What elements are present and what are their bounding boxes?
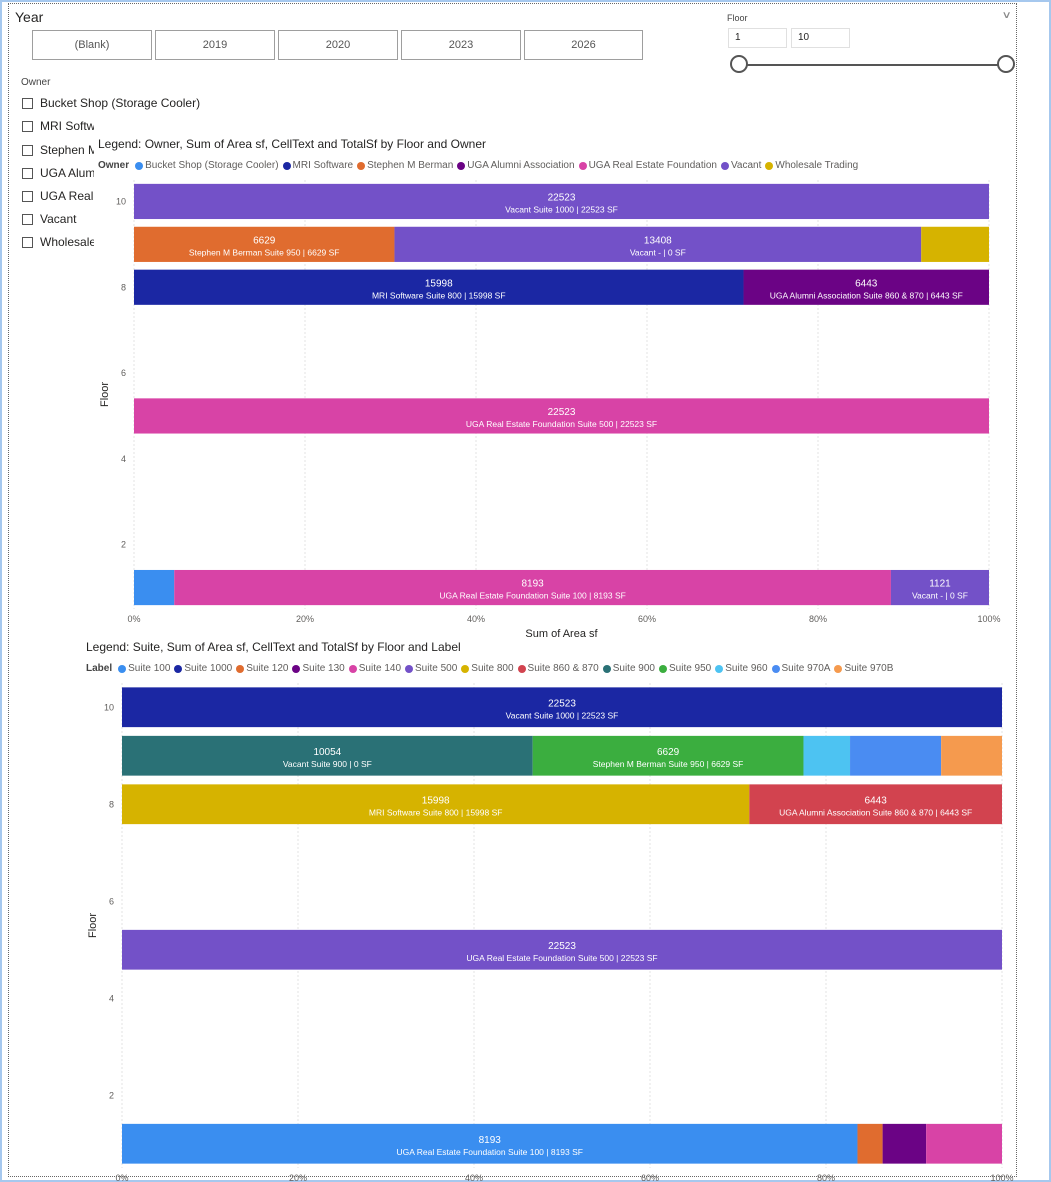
chart2-x-tick-label: 20%: [289, 1173, 307, 1182]
chart2-y-tick-label: 4: [109, 993, 114, 1003]
chart1-x-tick-label: 100%: [977, 614, 1000, 624]
chart1-data-label: 1121: [929, 579, 951, 590]
chart2-y-axis-title: Floor: [87, 913, 99, 938]
chart2-data-label: 6629: [657, 747, 680, 758]
chart1-data-label: 13408: [644, 235, 672, 246]
chart2-x-tick-label: 100%: [990, 1173, 1013, 1182]
chart2-bar-segment: [926, 1123, 1002, 1164]
chart2-x-tick-label: 0%: [115, 1173, 128, 1182]
chart1-data-sublabel: UGA Alumni Association Suite 860 & 870 |…: [770, 290, 963, 300]
chart1-y-tick-label: 8: [121, 282, 126, 292]
chart2-data-sublabel: MRI Software Suite 800 | 15998 SF: [369, 807, 503, 817]
chart1-data-sublabel: Vacant - | 0 SF: [630, 247, 686, 257]
chart1-y-tick-label: 2: [121, 540, 126, 550]
chart1-y-tick-label: 6: [121, 368, 126, 378]
chart2-data-sublabel: UGA Alumni Association Suite 860 & 870 |…: [779, 807, 972, 817]
chart2-y-tick-label: 10: [104, 702, 114, 712]
chart2-data-sublabel: UGA Real Estate Foundation Suite 500 | 2…: [466, 953, 657, 963]
chart1-data-sublabel: Stephen M Berman Suite 950 | 6629 SF: [189, 247, 340, 257]
chart2-x-tick-label: 80%: [817, 1173, 835, 1182]
chart1-data-label: 22523: [548, 407, 576, 418]
chart1-x-tick-label: 0%: [127, 614, 140, 624]
chart1-x-tick-label: 20%: [296, 614, 314, 624]
chart2-data-sublabel: Vacant Suite 1000 | 22523 SF: [506, 710, 619, 720]
chart1-data-label: 22523: [548, 192, 576, 203]
chart1-plot[interactable]: 0% 20% 40% 60% 80% 100%246810FloorSum of Area…: [0, 0, 1051, 1182]
chart2-data-sublabel: UGA Real Estate Foundation Suite 100 | 8…: [396, 1147, 583, 1157]
chart2-data-sublabel: Stephen M Berman Suite 950 | 6629 SF: [593, 759, 744, 769]
chart1-data-sublabel: Vacant Suite 1000 | 22523 SF: [505, 204, 618, 214]
chart2-bar-segment: [803, 735, 851, 776]
chart2-data-sublabel: Vacant Suite 900 | 0 SF: [283, 759, 372, 769]
chart2-x-tick-label: 60%: [641, 1173, 659, 1182]
chart2-y-tick-label: 2: [109, 1090, 114, 1100]
chart1-data-sublabel: Vacant - | 0 SF: [912, 591, 968, 601]
chart2-y-tick-label: 8: [109, 799, 114, 809]
chart2-bar-segment: [857, 1123, 883, 1164]
chart2-data-label: 10054: [313, 747, 341, 758]
chart1-x-tick-label: 40%: [467, 614, 485, 624]
chart2-data-label: 8193: [479, 1135, 502, 1146]
chart1-x-axis-title: Sum of Area sf: [525, 628, 598, 640]
chart1-y-axis-title: Floor: [99, 382, 111, 407]
chart2-data-label: 15998: [422, 795, 450, 806]
chart1-y-tick-label: 10: [116, 196, 126, 206]
chart2-bar-segment: [850, 735, 942, 776]
chart2-y-tick-label: 6: [109, 896, 114, 906]
chart1-data-sublabel: UGA Real Estate Foundation Suite 100 | 8…: [439, 591, 626, 601]
chart2-bar-segment: [882, 1123, 927, 1164]
chart2-bar-segment: [941, 735, 1002, 776]
chart1-bar-segment: [921, 226, 989, 262]
chart2-data-label: 22523: [548, 941, 576, 952]
chart1-data-sublabel: UGA Real Estate Foundation Suite 500 | 2…: [466, 419, 657, 429]
chart1-data-label: 15998: [425, 278, 453, 289]
chart1-data-label: 8193: [521, 579, 544, 590]
chart1-x-tick-label: 60%: [638, 614, 656, 624]
chart2-data-label: 6443: [865, 795, 888, 806]
chart1-x-tick-label: 80%: [809, 614, 827, 624]
chart1-data-label: 6629: [253, 235, 276, 246]
chart1-y-tick-label: 4: [121, 454, 126, 464]
chart2-data-label: 22523: [548, 698, 576, 709]
chart2-x-tick-label: 40%: [465, 1173, 483, 1182]
chart1-bar-segment: [134, 569, 175, 606]
chart1-data-label: 6443: [855, 278, 878, 289]
chart1-data-sublabel: MRI Software Suite 800 | 15998 SF: [372, 290, 506, 300]
